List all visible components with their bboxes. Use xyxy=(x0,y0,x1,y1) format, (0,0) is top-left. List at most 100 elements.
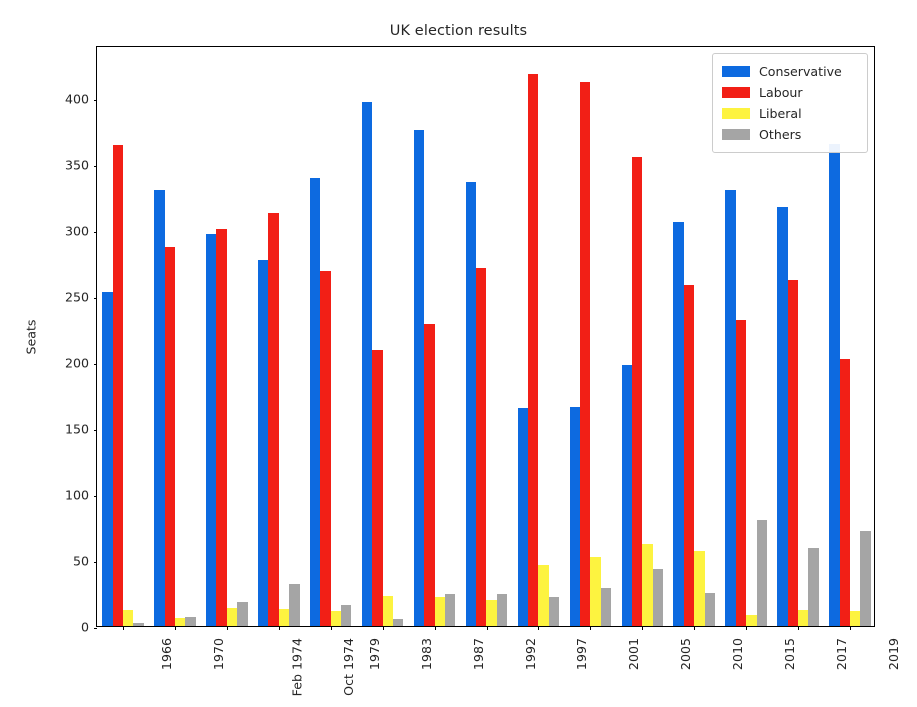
x-tick-label: 2017 xyxy=(834,638,850,671)
bar-group xyxy=(206,47,248,626)
bar-conservative-1979 xyxy=(309,178,321,626)
x-tick-label: 1979 xyxy=(366,638,382,671)
x-tick-label: 2015 xyxy=(782,638,798,671)
y-tick-label: 0 xyxy=(80,619,89,635)
x-tick-label: 2019 xyxy=(886,638,902,671)
bar-conservative-2005 xyxy=(621,364,632,626)
bar-liberal-1992 xyxy=(486,599,497,626)
bar-others-2017 xyxy=(808,548,819,626)
x-tick-mark xyxy=(174,626,176,630)
legend-swatch-conservative xyxy=(722,66,750,77)
bar-others-1983 xyxy=(393,619,404,626)
bar-labour-1983 xyxy=(372,350,383,626)
bar-labour-oct-1974 xyxy=(268,212,279,626)
bar-liberal-2017 xyxy=(798,610,809,626)
legend-label-conservative: Conservative xyxy=(759,64,842,79)
x-tick-mark xyxy=(122,626,124,630)
y-tick-mark xyxy=(93,628,97,629)
y-tick-label: 200 xyxy=(64,355,89,371)
legend-label-labour: Labour xyxy=(759,85,803,100)
chart-legend: Conservative Labour Liberal Others xyxy=(712,53,868,153)
bar-liberal-1970 xyxy=(174,618,186,626)
x-tick-mark xyxy=(382,626,384,630)
bar-group xyxy=(361,47,404,626)
bar-conservative-2019 xyxy=(829,144,840,626)
bar-conservative-1983 xyxy=(361,101,373,626)
legend-swatch-others xyxy=(722,129,750,140)
bar-others-2001 xyxy=(600,587,612,626)
x-tick-label: 2001 xyxy=(626,638,642,671)
bar-conservative-2010 xyxy=(673,221,684,626)
x-tick-mark xyxy=(278,626,280,630)
bar-group xyxy=(517,47,560,626)
x-tick-label: 1987 xyxy=(470,638,486,671)
bar-conservative-2017 xyxy=(777,207,788,626)
bar-conservative-1992 xyxy=(465,182,477,626)
x-tick-mark xyxy=(434,626,436,630)
bar-group xyxy=(154,47,196,626)
legend-swatch-liberal xyxy=(722,108,750,119)
bar-liberal-2010 xyxy=(694,550,705,626)
legend-entry-others: Others xyxy=(722,124,859,145)
bar-labour-feb-1974 xyxy=(216,228,227,626)
x-tick-mark xyxy=(538,626,540,630)
x-tick-label: 2010 xyxy=(730,638,746,671)
bar-group xyxy=(673,47,715,626)
y-tick-mark xyxy=(93,231,97,233)
x-tick-mark xyxy=(226,626,228,630)
y-tick-mark xyxy=(93,495,97,497)
chart-title: UK election results xyxy=(389,23,528,39)
bar-liberal-2005 xyxy=(642,544,653,626)
chart-figure: UK election results Seats 0 50 100 150 200 25… xyxy=(0,0,917,707)
bar-others-2005 xyxy=(652,569,664,626)
y-tick-label: 100 xyxy=(64,487,89,503)
bar-others-2010 xyxy=(704,593,715,626)
y-tick-mark xyxy=(93,297,97,299)
bar-conservative-1987 xyxy=(413,129,425,626)
x-tick-label: 2005 xyxy=(678,638,694,671)
x-tick-mark xyxy=(642,626,644,630)
bar-conservative-1997 xyxy=(517,408,529,626)
bar-group xyxy=(309,47,352,626)
bar-group xyxy=(569,47,612,626)
y-tick-mark xyxy=(93,429,97,431)
y-tick-mark xyxy=(93,561,97,563)
bar-conservative-feb-1974 xyxy=(206,233,217,626)
bar-labour-1992 xyxy=(476,268,487,626)
x-tick-mark xyxy=(694,626,696,630)
bar-conservative-2015 xyxy=(725,190,736,626)
bar-liberal-1997 xyxy=(538,565,549,626)
y-tick-label: 350 xyxy=(64,157,89,173)
x-tick-label: 1983 xyxy=(418,638,434,671)
bar-labour-2005 xyxy=(631,157,643,626)
bar-liberal-1983 xyxy=(382,595,393,626)
bar-conservative-1970 xyxy=(154,190,165,626)
bar-group xyxy=(621,47,664,626)
bar-liberal-1987 xyxy=(434,596,445,626)
bar-others-1987 xyxy=(444,594,456,626)
y-tick-label: 300 xyxy=(64,223,89,239)
legend-label-liberal: Liberal xyxy=(759,106,802,121)
bar-others-oct-1974 xyxy=(289,583,300,626)
bar-others-1979 xyxy=(341,604,352,626)
y-tick-mark xyxy=(93,363,97,365)
x-tick-mark xyxy=(798,626,800,630)
bar-others-1966 xyxy=(133,623,144,626)
bar-labour-1970 xyxy=(164,247,175,626)
bar-group xyxy=(465,47,508,626)
bar-liberal-1966 xyxy=(122,610,134,626)
x-tick-label: Feb 1974 xyxy=(289,638,305,697)
x-tick-mark xyxy=(590,626,592,630)
legend-entry-liberal: Liberal xyxy=(722,103,859,124)
legend-entry-labour: Labour xyxy=(722,82,859,103)
bar-labour-1987 xyxy=(424,323,435,626)
bar-liberal-2019 xyxy=(850,611,861,626)
bar-conservative-2001 xyxy=(569,406,580,626)
bar-labour-2010 xyxy=(683,285,695,626)
bar-others-2019 xyxy=(860,530,871,626)
legend-label-others: Others xyxy=(759,127,802,142)
bar-others-feb-1974 xyxy=(237,602,248,626)
y-tick-label: 150 xyxy=(64,421,89,437)
bar-group xyxy=(413,47,456,626)
x-tick-mark xyxy=(330,626,332,630)
